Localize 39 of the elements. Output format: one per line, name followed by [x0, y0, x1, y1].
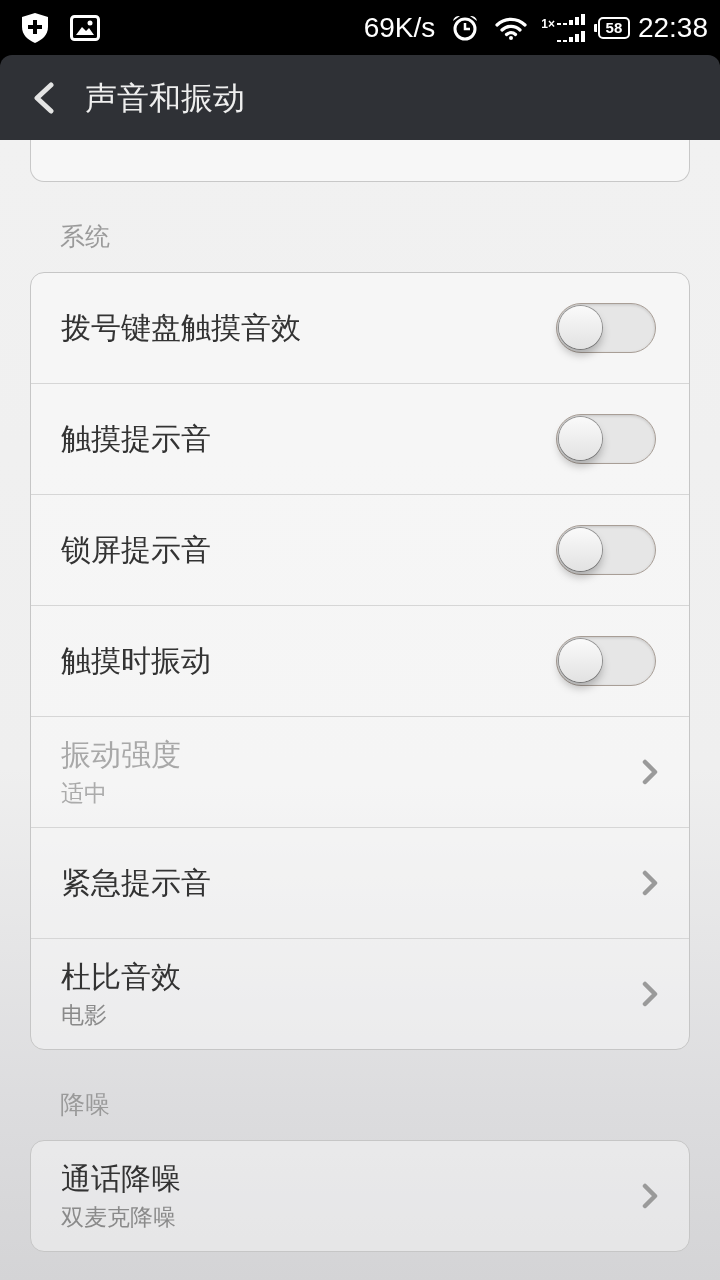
battery-indicator: 58 [597, 16, 630, 39]
toggle-switch[interactable] [556, 414, 656, 464]
toggle-switch[interactable] [556, 525, 656, 575]
setting-label: 锁屏提示音 [61, 531, 211, 569]
page-title: 声音和振动 [85, 77, 245, 118]
network-type-label: 1× [541, 16, 555, 31]
settings-row[interactable]: 紧急提示音 [31, 828, 689, 939]
settings-row[interactable]: 拨号键盘触摸音效 [31, 273, 689, 384]
signal-bars-icon [555, 12, 586, 43]
shield-plus-icon [22, 12, 48, 43]
settings-row[interactable]: 通话降噪 双麦克降噪 [31, 1141, 689, 1251]
setting-label: 触摸时振动 [61, 642, 211, 680]
settings-row[interactable]: 锁屏提示音 [31, 495, 689, 606]
clock-time: 22:38 [637, 11, 708, 44]
setting-label: 通话降噪 [61, 1160, 181, 1198]
setting-value: 电影 [61, 1001, 108, 1030]
chevron-right-icon [642, 759, 658, 785]
chevron-right-icon [642, 981, 658, 1007]
toggle-switch[interactable] [556, 303, 656, 353]
toggle-switch[interactable] [556, 636, 656, 686]
back-icon[interactable] [33, 81, 55, 114]
setting-label: 杜比音效 [61, 958, 181, 996]
setting-label: 触摸提示音 [61, 420, 211, 458]
alarm-clock-icon [451, 13, 480, 42]
section-title: 系统 [59, 221, 111, 253]
network-speed: 69K/s [363, 11, 436, 44]
chevron-right-icon [642, 1183, 658, 1209]
settings-row[interactable]: 触摸提示音 [31, 384, 689, 495]
setting-value: 适中 [61, 779, 108, 808]
setting-label: 紧急提示音 [61, 864, 211, 902]
setting-value: 双麦克降噪 [61, 1203, 177, 1232]
setting-label: 振动强度 [61, 736, 181, 774]
image-icon [70, 14, 100, 41]
wifi-icon [495, 15, 528, 40]
section-title: 降噪 [59, 1089, 111, 1121]
settings-row[interactable]: 触摸时振动 [31, 606, 689, 717]
settings-row[interactable]: 杜比音效 电影 [31, 939, 689, 1049]
setting-label: 拨号键盘触摸音效 [61, 309, 301, 347]
chevron-right-icon [642, 870, 658, 896]
